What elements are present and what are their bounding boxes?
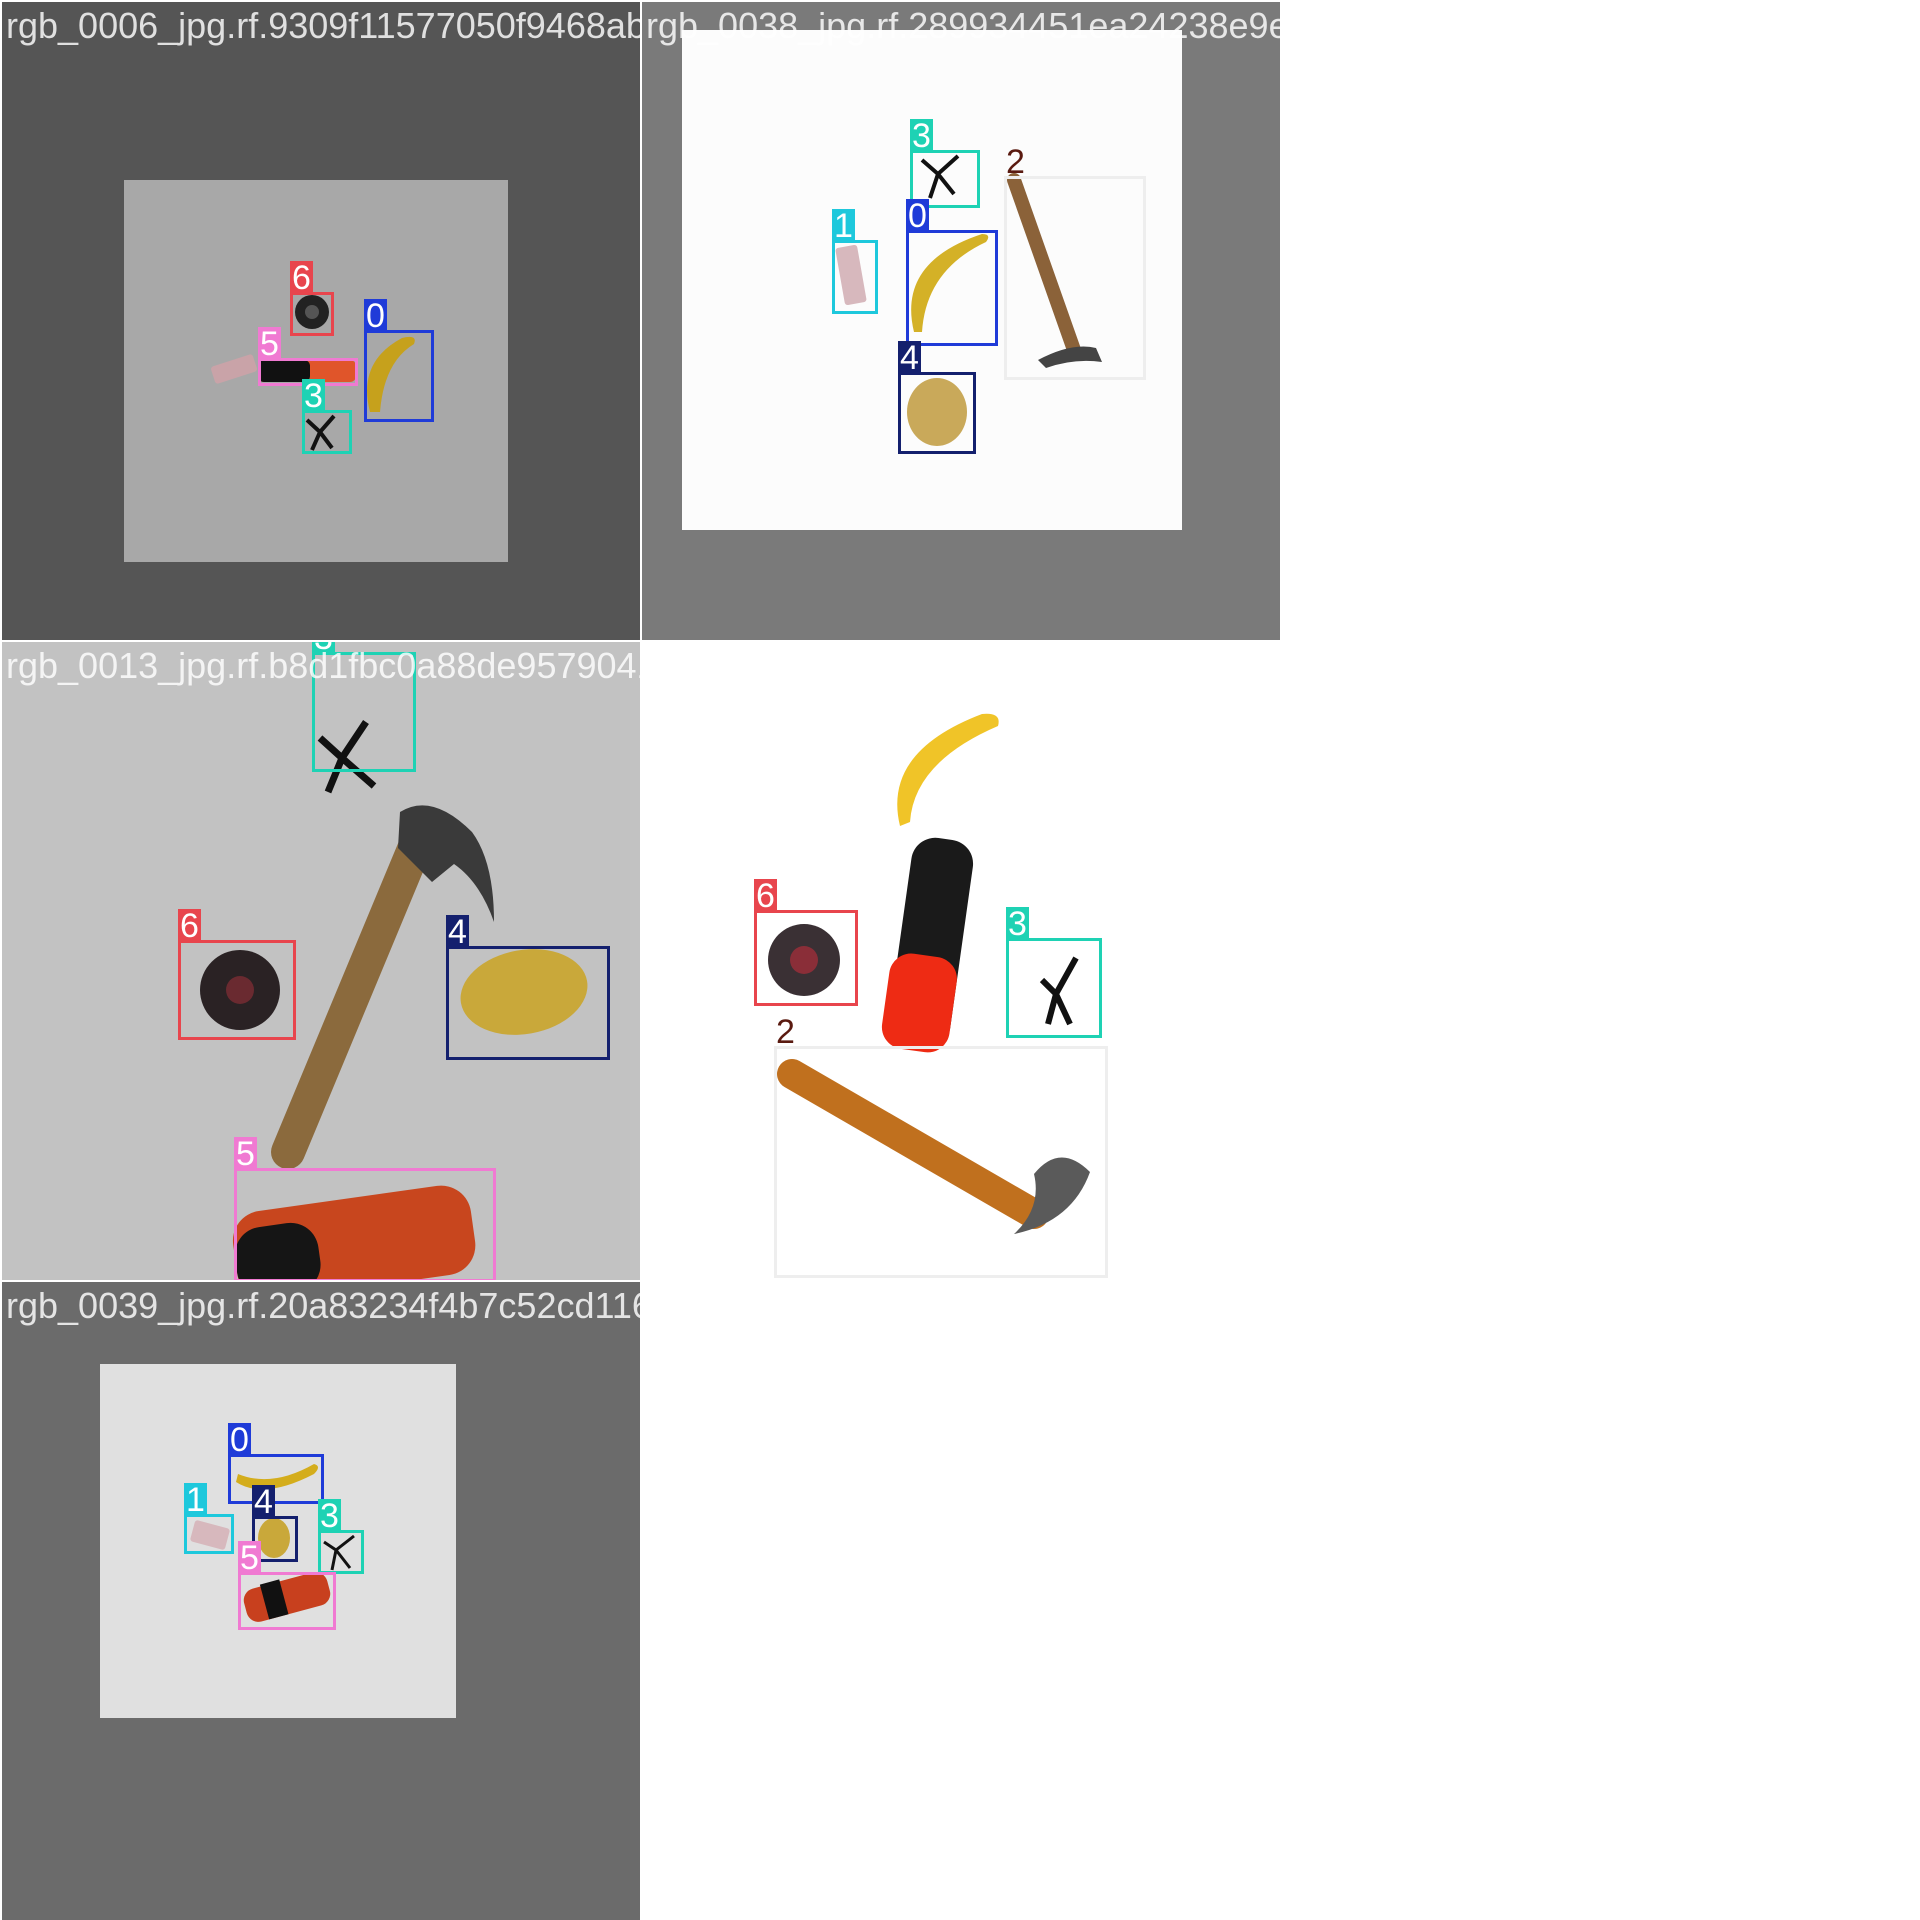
detection-box-potato: 4 [898, 341, 976, 454]
detection-box-banana: 0 [228, 1423, 324, 1504]
detection-box-banana: 0 [364, 299, 434, 422]
detection-box-pliers: 3 [1006, 907, 1102, 1038]
detection-label: 3 [318, 1497, 341, 1535]
detection-label: 1 [184, 1481, 207, 1519]
detection-label: 4 [898, 339, 921, 377]
detection-box-gear: 6 [754, 879, 858, 1006]
detection-box-eraser: 1 [184, 1483, 234, 1554]
tile-3-title: rgb_0013_jpg.rf.b8d1fbc0a88de957904180 [6, 645, 640, 686]
detection-label: 5 [234, 1135, 257, 1173]
mosaic-tile-4: rgb_0034_jpg.rf.62e4d91a849fb8e3f1a14c37… [642, 642, 1280, 1280]
detection-label: 6 [290, 259, 313, 297]
detection-label: 2 [776, 1013, 795, 1051]
detection-label: 4 [446, 913, 469, 951]
detection-label: 1 [832, 207, 855, 245]
mosaic-tile-3: rgb_0013_jpg.rf.b8d1fbc0a88de957904180 3… [2, 642, 640, 1280]
mosaic-tile-1: rgb_0006_jpg.rf.9309f11577050f9468abbd5 … [2, 2, 640, 640]
tile-1-title: rgb_0006_jpg.rf.9309f11577050f9468abbd5 [6, 5, 640, 46]
tile-5-title: rgb_0039_jpg.rf.20a83234f4b7c52cd1162536 [6, 1285, 640, 1326]
detection-box-potato: 4 [446, 915, 610, 1060]
detection-box-marker: 5 [234, 1137, 496, 1280]
detection-box-pliers: 3 [302, 379, 352, 454]
tile-4-title: rgb_0034_jpg.rf.62e4d91a849fb8e3f1a14c37 [646, 645, 1280, 686]
detection-label: 6 [178, 907, 201, 945]
detection-label: 5 [238, 1539, 261, 1577]
detection-label: 0 [906, 197, 929, 235]
mosaic-tile-2: rgb_0038_jpg.rf.289934451ea24238e9e32967… [642, 2, 1280, 640]
detection-label: 5 [258, 325, 281, 363]
detection-box-gear: 6 [290, 261, 334, 336]
mosaic-tile-5: rgb_0039_jpg.rf.20a83234f4b7c52cd1162536… [2, 1282, 640, 1920]
detection-box-hammer: 2 [1004, 145, 1146, 380]
detection-label: 3 [302, 377, 325, 415]
detection-label: 2 [1006, 143, 1025, 181]
tile-2-title: rgb_0038_jpg.rf.289934451ea24238e9e32967 [646, 5, 1280, 46]
detection-label: 0 [228, 1421, 251, 1459]
detection-box-banana: 0 [906, 199, 998, 346]
detection-box-gear: 6 [178, 909, 296, 1040]
detection-label: 6 [754, 877, 777, 915]
detection-box-pliers: 3 [318, 1499, 364, 1574]
detection-box-eraser: 1 [832, 209, 878, 314]
detection-label: 3 [1006, 905, 1029, 943]
detection-box-marker: 5 [238, 1541, 336, 1630]
detection-label: 0 [364, 297, 387, 335]
detection-label: 4 [252, 1483, 275, 1521]
detection-box-hammer: 2 [774, 1015, 1108, 1278]
detection-label: 3 [910, 117, 933, 155]
